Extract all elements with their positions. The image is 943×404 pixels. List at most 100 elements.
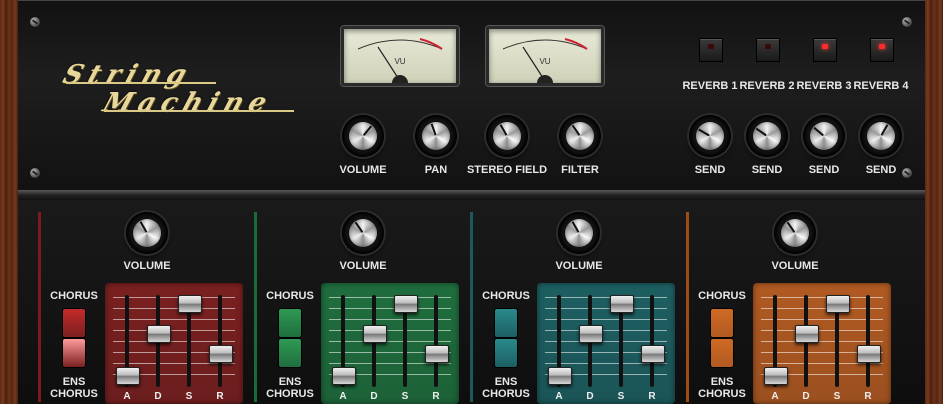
send-2-label: SEND	[751, 164, 783, 176]
chorus-button[interactable]	[279, 309, 301, 337]
fader-d-handle[interactable]	[147, 325, 171, 343]
chorus-button[interactable]	[711, 309, 733, 337]
reverb-2-button[interactable]	[756, 38, 780, 62]
reverb-3-button[interactable]	[813, 38, 837, 62]
fader-r-label: R	[864, 391, 872, 402]
chorus-sub-label: CHORUS	[266, 388, 314, 400]
reverb-1-label: REVERB 1	[682, 80, 738, 92]
fader-a-handle[interactable]	[764, 367, 788, 385]
ens-label: ENS	[710, 376, 734, 388]
section-accent-strip	[38, 212, 41, 402]
stereo-field-label: STEREO FIELD	[466, 164, 548, 176]
reverb-2-send-knob[interactable]	[746, 115, 788, 157]
section-volume-knob[interactable]	[126, 212, 168, 254]
fader-a-label: A	[123, 391, 131, 402]
grid-line	[329, 341, 451, 342]
adsr-envelope-panel: ADSR	[321, 283, 459, 404]
led-icon	[765, 44, 771, 49]
fader-r-label: R	[216, 391, 224, 402]
reverb-2-label: REVERB 2	[739, 80, 795, 92]
ens-label: ENS	[278, 376, 302, 388]
chorus-button[interactable]	[63, 309, 85, 337]
fader-d-handle[interactable]	[363, 325, 387, 343]
fader-a-label: A	[339, 391, 347, 402]
chorus-label: CHORUS	[50, 290, 98, 302]
fader-r-handle[interactable]	[641, 345, 665, 363]
fader-r-handle[interactable]	[425, 345, 449, 363]
led-icon	[708, 44, 714, 49]
ens-chorus-button[interactable]	[711, 339, 733, 367]
chorus-sub-label: CHORUS	[50, 388, 98, 400]
grid-line	[329, 297, 451, 298]
chorus-sub-label: CHORUS	[698, 388, 746, 400]
reverb-1-button[interactable]	[699, 38, 723, 62]
reverb-1-send-knob[interactable]	[689, 115, 731, 157]
ens-chorus-label: ENS CHORUS	[44, 376, 104, 400]
grid-line	[329, 363, 451, 364]
fader-s-label: S	[185, 391, 193, 402]
stereo-field-knob[interactable]	[486, 115, 528, 157]
section-volume-label: VOLUME	[123, 260, 171, 272]
grid-line	[113, 341, 235, 342]
reverb-4-send-knob[interactable]	[860, 115, 902, 157]
chorus-button[interactable]	[495, 309, 517, 337]
adsr-envelope-panel: ADSR	[753, 283, 891, 404]
vu-left-label: VU	[394, 57, 406, 66]
screw-icon	[30, 17, 40, 27]
ens-label: ENS	[62, 376, 86, 388]
grid-line	[329, 308, 451, 309]
fader-d-label: D	[802, 391, 810, 402]
section-volume-label: VOLUME	[555, 260, 603, 272]
fader-a-handle[interactable]	[116, 367, 140, 385]
reverb-3-send-knob[interactable]	[803, 115, 845, 157]
filter-knob[interactable]	[559, 115, 601, 157]
vu-meter-right: VU	[486, 26, 604, 86]
section-volume-knob[interactable]	[342, 212, 384, 254]
vu-scale-icon	[502, 38, 588, 83]
fader-d-handle[interactable]	[579, 325, 603, 343]
volume-label: VOLUME	[339, 164, 387, 176]
chorus-label: CHORUS	[698, 290, 746, 302]
fader-d-label: D	[154, 391, 162, 402]
ens-chorus-button[interactable]	[279, 339, 301, 367]
reverb-4-button[interactable]	[870, 38, 894, 62]
section-volume-label: VOLUME	[339, 260, 387, 272]
pan-knob[interactable]	[415, 115, 457, 157]
ens-chorus-label: ENS CHORUS	[260, 376, 320, 400]
fader-s-label: S	[401, 391, 409, 402]
section-volume-knob[interactable]	[558, 212, 600, 254]
adsr-envelope-panel: ADSR	[105, 283, 243, 404]
volume-knob[interactable]	[342, 115, 384, 157]
grid-line	[545, 341, 667, 342]
section-accent-strip	[686, 212, 689, 402]
fader-track	[866, 295, 870, 387]
fader-a-handle[interactable]	[548, 367, 572, 385]
grid-line	[113, 319, 235, 320]
reverb-4-label: REVERB 4	[853, 80, 909, 92]
grid-line	[113, 297, 235, 298]
led-icon	[822, 44, 828, 49]
fader-s-handle[interactable]	[826, 295, 850, 313]
logo-underline	[104, 110, 294, 112]
fader-s-handle[interactable]	[394, 295, 418, 313]
fader-s-handle[interactable]	[610, 295, 634, 313]
fader-s-handle[interactable]	[178, 295, 202, 313]
fader-r-handle[interactable]	[857, 345, 881, 363]
fader-r-handle[interactable]	[209, 345, 233, 363]
fader-d-label: D	[586, 391, 594, 402]
ens-chorus-button[interactable]	[495, 339, 517, 367]
vu-right-label: VU	[539, 57, 551, 66]
ens-chorus-button[interactable]	[63, 339, 85, 367]
section-volume-knob[interactable]	[774, 212, 816, 254]
grid-line	[545, 297, 667, 298]
grid-line	[761, 341, 883, 342]
chorus-label: CHORUS	[266, 290, 314, 302]
fader-track	[650, 295, 654, 387]
fader-a-handle[interactable]	[332, 367, 356, 385]
wood-panel-left	[0, 0, 18, 404]
filter-label: FILTER	[561, 164, 599, 176]
wood-panel-right	[925, 0, 943, 404]
send-3-label: SEND	[808, 164, 840, 176]
grid-line	[761, 363, 883, 364]
fader-d-handle[interactable]	[795, 325, 819, 343]
